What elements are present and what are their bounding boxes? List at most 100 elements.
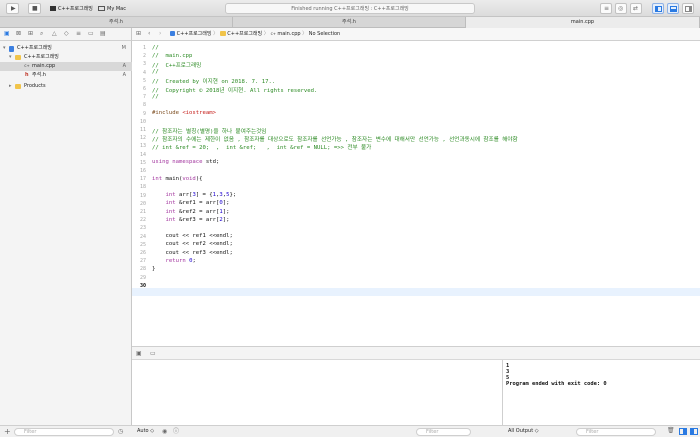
scheme-label: C++프로그래밍 <box>58 6 93 12</box>
back-chevron-icon[interactable]: ‹ <box>148 31 150 37</box>
code-line: // <box>152 44 159 51</box>
recent-files-icon[interactable]: ◷ <box>118 429 123 435</box>
report-icon[interactable]: ▤ <box>100 31 106 37</box>
trash-icon[interactable]: 🗑 <box>667 428 675 434</box>
split-variables-icon[interactable] <box>679 428 687 435</box>
tree-item-group[interactable]: ▾ C++프로그래밍 <box>0 53 132 62</box>
breadcrumb: C++프로그래밍 〉 C++프로그래밍 〉 c+ main.cpp 〉 No S… <box>170 31 340 38</box>
variables-filter-field[interactable]: Filter <box>416 428 471 436</box>
run-button[interactable]: ▶ <box>6 3 19 14</box>
tree-item-main-cpp[interactable]: c+ main.cpp A <box>0 62 132 71</box>
search-icon[interactable]: ⌕ <box>40 31 43 37</box>
code-line: int arr[3] = {1,3,5}; <box>165 192 237 199</box>
terminal-icon <box>50 6 56 11</box>
hide-debug-area-icon[interactable]: ▣ <box>136 351 142 357</box>
disclosure-icon: ▾ <box>3 45 6 51</box>
line-number: 1 <box>142 45 146 51</box>
code-line: return 0; <box>165 257 196 264</box>
scm-badge: A <box>122 63 126 69</box>
forward-chevron-icon[interactable]: › <box>159 31 161 37</box>
filter-placeholder: Filter <box>586 429 599 435</box>
filter-placeholder: Filter <box>426 429 439 435</box>
code-line: // int &ref = 20; , int &ref; , int &ref… <box>152 144 372 151</box>
assistant-editor-button[interactable]: ◎ <box>615 3 627 14</box>
tab-1[interactable]: 주석.h <box>0 17 233 28</box>
code-line: int &ref2 = arr[1]; <box>165 208 230 215</box>
debug-icon[interactable]: ≡ <box>76 31 81 37</box>
print-description-icon[interactable]: ⓘ <box>173 429 179 435</box>
breadcrumb-project[interactable]: C++프로그래밍 <box>177 31 212 37</box>
code-line: int &ref3 = arr[2]; <box>165 216 230 223</box>
version-editor-button[interactable]: ⇄ <box>630 3 642 14</box>
breadcrumb-selection[interactable]: No Selection <box>309 31 340 37</box>
scm-badge: A <box>122 72 126 78</box>
editor-icon: ≡ <box>604 5 610 12</box>
code-line: // <box>152 69 159 76</box>
breakpoints-toggle-icon[interactable]: ▭ <box>150 351 156 357</box>
code-line: // C++프로그래밍 <box>152 62 202 69</box>
bottom-bar: + Filter ◷ Auto ◇ ◉ ⓘ Filter All Output … <box>0 425 700 437</box>
breadcrumb-file[interactable]: main.cpp <box>277 31 300 37</box>
line-number: 18 <box>139 184 146 191</box>
console-filter-field[interactable]: Filter <box>576 428 656 436</box>
tab-main-cpp[interactable]: main.cpp <box>466 17 700 28</box>
code-line: cout << ref2 <<endl; <box>152 241 233 248</box>
project-icon <box>170 31 175 36</box>
disclosure-icon: ▸ <box>9 83 12 89</box>
toggle-navigator-button[interactable] <box>652 3 664 14</box>
code-line: // Created by 이지현 on 2018. 7. 17.. <box>152 79 276 86</box>
warning-icon[interactable]: △ <box>52 31 57 37</box>
related-items-icon[interactable]: ⊞ <box>136 31 141 37</box>
source-control-icon[interactable]: ⊠ <box>16 31 21 37</box>
split-console-icon[interactable] <box>690 428 698 435</box>
console-line: Program ended with exit code: 0 <box>506 381 607 387</box>
filter-placeholder: Filter <box>24 429 37 435</box>
add-icon[interactable]: + <box>4 428 11 436</box>
quick-look-icon[interactable]: ◉ <box>162 429 167 435</box>
destination-selector[interactable]: My Mac <box>98 4 126 14</box>
tab-bar: 주석.h 주석.h main.cpp <box>0 17 700 28</box>
variables-scope-selector[interactable]: Auto ◇ <box>137 428 154 434</box>
output-selector[interactable]: All Output ◇ <box>508 428 539 434</box>
line-number: 19 <box>139 192 146 199</box>
console-output[interactable]: 1 3 5 Program ended with exit code: 0 <box>503 360 700 425</box>
toggle-utilities-button[interactable] <box>682 3 694 14</box>
breadcrumb-group[interactable]: C++프로그래밍 <box>227 31 262 37</box>
folder-icon[interactable]: ▣ <box>4 31 10 37</box>
jump-bar: ⊞ ‹ › C++프로그래밍 〉 C++프로그래밍 〉 c+ main.cpp … <box>132 28 700 41</box>
assistant-icon: ◎ <box>618 5 624 12</box>
line-number: 8 <box>142 102 146 109</box>
toggle-debug-area-button[interactable] <box>667 3 679 14</box>
tab-label: 주석.h <box>109 19 123 25</box>
breakpoint-icon[interactable]: ▭ <box>88 31 94 37</box>
separator-icon: 〉 <box>213 31 219 37</box>
line-number: 15 <box>139 159 146 166</box>
line-number: 9 <box>142 110 146 117</box>
code-line: // Copyright © 2018년 이지현. All rights res… <box>152 87 318 94</box>
tree-item-project[interactable]: ▾ C++프로그래밍 M <box>0 44 132 53</box>
code-line: // main.cpp <box>152 52 193 59</box>
line-number: 12 <box>139 135 146 142</box>
code-line: int &ref1 = arr[0]; <box>165 200 230 207</box>
tree-item-header[interactable]: h 주석.h A <box>0 71 132 80</box>
variables-view[interactable] <box>132 360 503 425</box>
code-line: // 참조자의 수에는 제한이 없음 , 참조자를 대상으로도 참조자를 선언가… <box>152 136 518 143</box>
standard-editor-button[interactable]: ≡ <box>600 3 612 14</box>
cpp-file-icon: c+ <box>24 64 30 69</box>
line-number: 25 <box>139 241 146 248</box>
utilities-panel-icon <box>685 6 692 12</box>
navigator-filter-field[interactable]: Filter <box>14 428 114 436</box>
test-icon[interactable]: ◇ <box>64 31 69 37</box>
line-number: 4 <box>142 69 146 76</box>
code-line: cout << ref3 <<endl; <box>152 249 233 256</box>
computer-icon <box>98 6 105 11</box>
source-editor[interactable]: 1 2 3 4 5 6 7 8 9 10 11 12 13 14 15 16 17 18 19 20 21 22 23 24 2… <box>132 41 700 346</box>
symbol-icon[interactable]: ⊞ <box>28 31 33 37</box>
line-number: 7 <box>142 94 146 101</box>
tree-item-products[interactable]: ▸ Products <box>0 82 132 91</box>
version-icon: ⇄ <box>633 5 639 12</box>
tab-2[interactable]: 주석.h <box>233 17 466 28</box>
header-file-icon: h <box>25 72 29 78</box>
scheme-selector[interactable]: C++프로그래밍 <box>50 4 93 14</box>
stop-button[interactable]: ■ <box>28 3 41 14</box>
